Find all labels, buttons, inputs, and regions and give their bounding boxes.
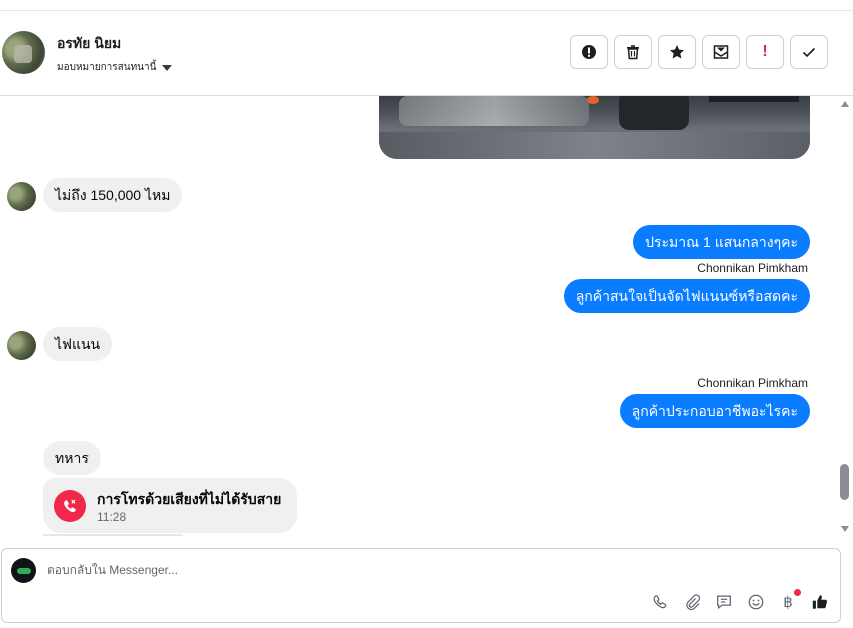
notification-dot [794,589,801,596]
delete-button[interactable] [614,35,652,69]
important-icon: ! [762,43,768,60]
scroll-up-icon[interactable] [841,101,849,107]
conversation-header: อรทัย นิยม มอบหมายการสนทนานี้ ! [0,11,853,96]
outgoing-message[interactable]: ลูกค้าประกอบอาชีพอะไรคะ [619,394,810,428]
scroll-down-icon[interactable] [841,526,849,532]
star-button[interactable] [658,35,696,69]
report-icon [582,45,596,59]
important-button[interactable]: ! [746,35,784,69]
incoming-message[interactable]: ทหาร [43,441,101,475]
mark-unread-icon [713,45,729,59]
call-time: 11:28 [97,510,127,524]
composer-tools: ฿ [650,589,830,612]
trash-icon [627,45,639,60]
saved-reply-button[interactable] [714,592,734,612]
attach-button[interactable] [682,592,702,612]
outgoing-message[interactable]: ประมาณ 1 แสนกลางๆคะ [633,225,810,259]
sender-name: Chonnikan Pimkham [697,376,808,390]
like-icon [812,595,827,609]
reply-input[interactable] [47,563,547,577]
caret-down-icon [162,64,173,71]
messenger-page: อรทัย นิยม มอบหมายการสนทนานี้ ! ไม่ถึง 1… [0,0,853,628]
call-title: การโทรด้วยเสียงที่ไม่ได้รับสาย [97,491,282,507]
check-icon [802,47,816,58]
contact-name[interactable]: อรทัย นิยม [57,33,121,55]
saved-reply-icon [717,595,731,610]
call-button[interactable] [650,592,670,612]
done-button[interactable] [790,35,828,69]
page-avatar [11,558,36,583]
incoming-message[interactable]: ไม่ถึง 150,000 ไหม [43,178,183,212]
like-button[interactable] [810,592,830,612]
assign-label: มอบหมายการสนทนานี้ [57,62,157,73]
missed-call-card[interactable]: การโทรด้วยเสียงที่ไม่ได้รับสาย 11:28 [43,478,297,533]
reply-composer: ฿ [1,548,841,623]
thread-scrollbar[interactable] [838,96,853,536]
payment-button[interactable]: ฿ [778,589,801,612]
attachment-icon [686,594,701,611]
mark-unread-button[interactable] [702,35,740,69]
report-button[interactable] [570,35,608,69]
scroll-thumb[interactable] [840,464,849,500]
contact-avatar-small[interactable] [7,182,36,211]
divider [43,534,183,536]
missed-call-icon [54,490,86,522]
baht-icon: ฿ [783,594,793,611]
message-thread[interactable]: ไม่ถึง 150,000 ไหม ประมาณ 1 แสนกลางๆคะ C… [0,96,838,536]
top-divider [0,0,853,11]
attached-photo[interactable] [379,96,810,159]
incoming-message[interactable]: ไฟแนน [43,327,113,361]
star-icon [669,45,685,59]
emoji-icon [748,594,764,610]
assign-dropdown[interactable]: มอบหมายการสนทนานี้ [57,60,173,75]
emoji-button[interactable] [746,592,766,612]
phone-icon [653,595,667,609]
contact-avatar-small[interactable] [7,331,36,360]
sender-name: Chonnikan Pimkham [697,261,808,275]
header-actions: ! [570,35,828,69]
contact-avatar[interactable] [2,31,45,74]
outgoing-message[interactable]: ลูกค้าสนใจเป็นจัดไฟแนนซ์หรือสดคะ [563,279,810,313]
